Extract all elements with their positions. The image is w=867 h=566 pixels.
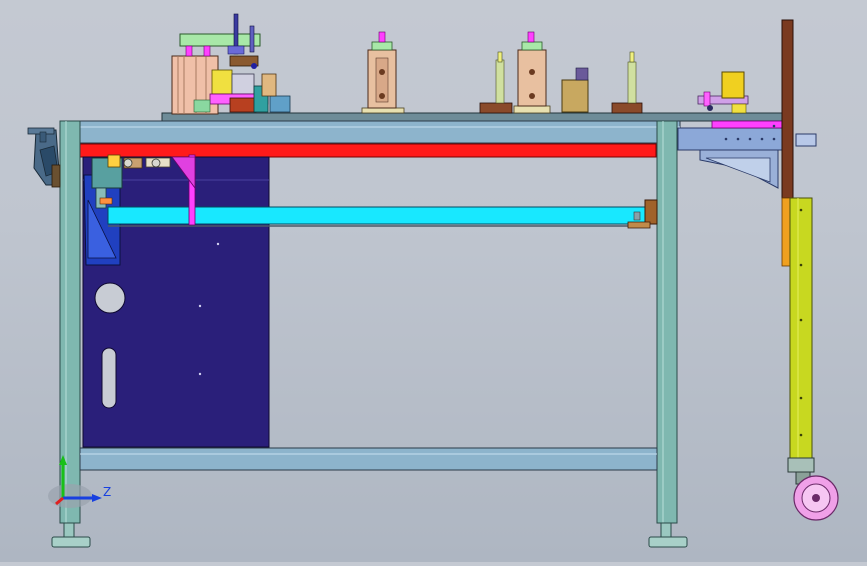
table-top-plate[interactable] xyxy=(161,112,785,122)
right-olive-column[interactable] xyxy=(789,197,813,461)
left-foot-pad[interactable] xyxy=(51,536,91,548)
top-beam[interactable] xyxy=(59,120,681,144)
fixture-cylinder-center[interactable] xyxy=(361,31,405,114)
triad-shadow xyxy=(48,484,92,508)
cad-drawing: Z xyxy=(27,13,839,548)
caster-axle xyxy=(812,494,820,502)
left-clamp-handle[interactable] xyxy=(27,127,61,188)
right-foot-pad[interactable] xyxy=(648,536,688,548)
cyan-bar-end-tab xyxy=(627,221,651,229)
fixture-double-cylinder[interactable] xyxy=(479,31,551,114)
triad-z-label: Z xyxy=(103,485,111,499)
left-foot-stem[interactable] xyxy=(63,522,75,538)
right-end-block[interactable] xyxy=(795,133,817,147)
cyan-bar-end-block[interactable] xyxy=(644,199,658,225)
right-brown-post[interactable] xyxy=(781,19,794,199)
red-bar[interactable] xyxy=(79,143,657,158)
right-leg[interactable] xyxy=(656,120,678,524)
triad-z-arrow xyxy=(92,494,102,502)
magenta-rail-strip[interactable] xyxy=(711,120,783,129)
fixture-yellow-handle[interactable] xyxy=(697,71,749,114)
cad-viewport[interactable]: Z xyxy=(0,0,867,562)
right-extension-rail[interactable] xyxy=(677,127,789,151)
right-orange-strip[interactable] xyxy=(781,197,791,267)
cabinet-slot[interactable] xyxy=(101,347,117,409)
caster-mount[interactable] xyxy=(787,457,815,473)
bottom-beam[interactable] xyxy=(79,447,658,471)
cyan-bar-bolt xyxy=(633,211,641,221)
fixture-valve-block[interactable] xyxy=(561,51,643,114)
right-foot-stem[interactable] xyxy=(660,522,672,538)
cabinet-round-port[interactable] xyxy=(94,282,126,314)
rail-support-gusset xyxy=(705,157,771,183)
